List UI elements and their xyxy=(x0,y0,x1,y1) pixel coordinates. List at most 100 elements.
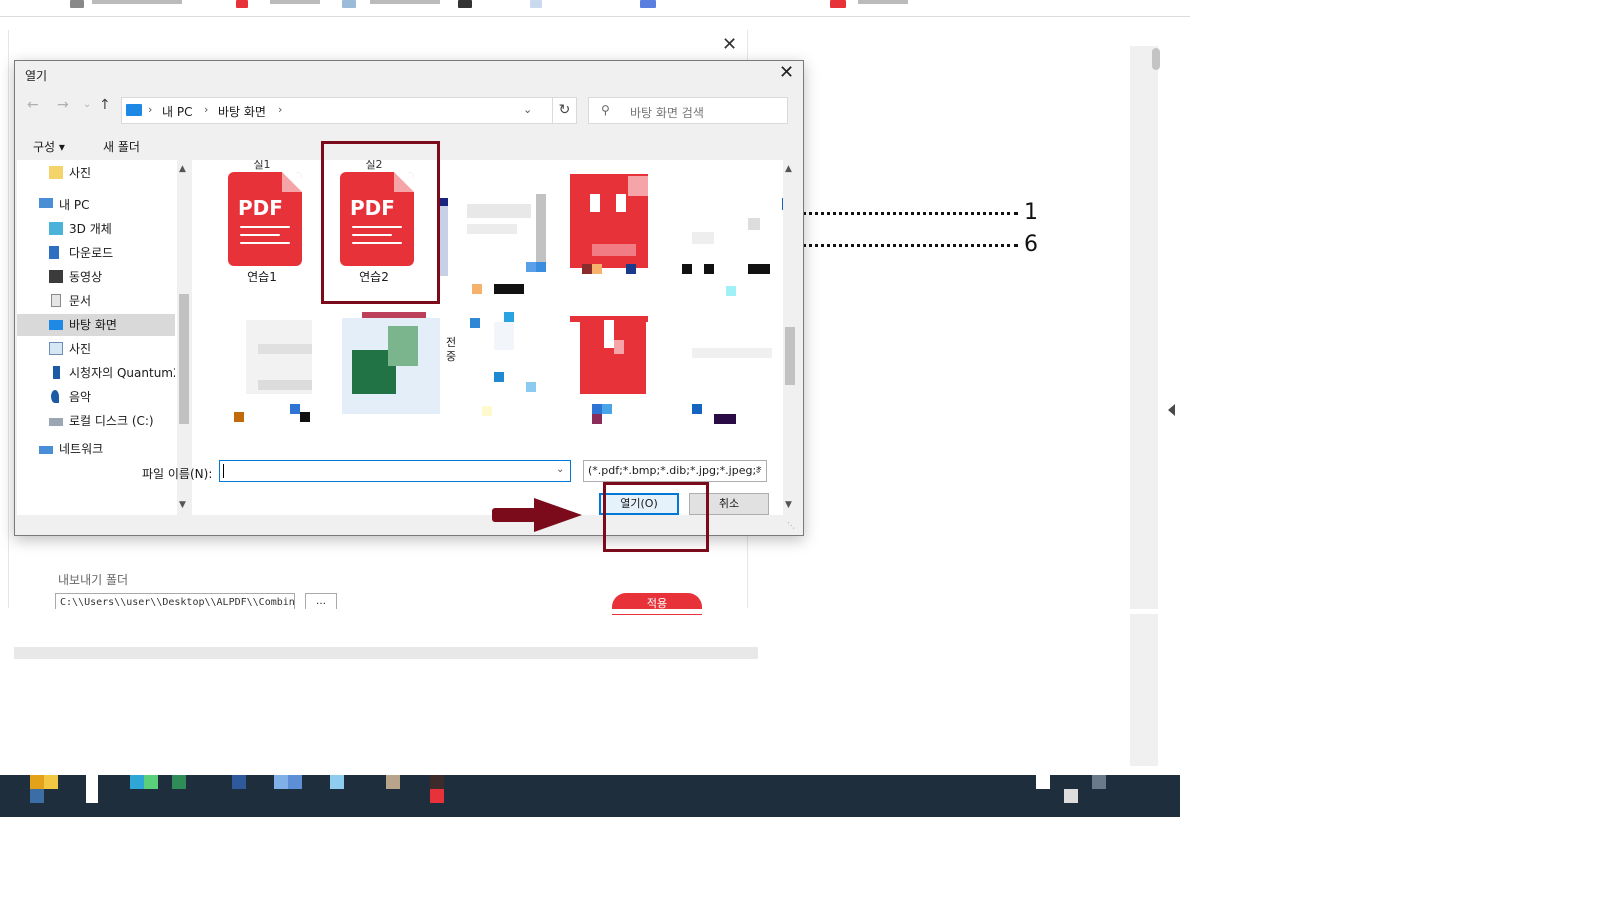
nav-item-pictures[interactable]: 사진 xyxy=(17,338,175,360)
nav-item-local-disk[interactable]: 로컬 디스크 (C:) xyxy=(17,410,175,432)
taskbar-app-icon[interactable] xyxy=(30,775,44,789)
recent-locations-icon[interactable]: ⌄ xyxy=(83,99,91,110)
blurred-pixel xyxy=(748,264,770,274)
nav-item-label: 3D 개체 xyxy=(69,222,112,236)
video-icon xyxy=(49,270,63,283)
scroll-up-icon[interactable]: ▲ xyxy=(785,164,792,174)
chevron-down-icon[interactable]: ⌄ xyxy=(754,461,762,481)
cube-icon xyxy=(49,222,63,235)
blurred-pixel xyxy=(362,312,426,318)
blurred-pixel xyxy=(714,414,736,424)
nav-pane-scroll-thumb[interactable] xyxy=(179,294,189,424)
nav-item-downloads[interactable]: 다운로드 xyxy=(17,242,175,264)
file-pane-scroll-thumb[interactable] xyxy=(785,327,795,385)
resize-grip-icon[interactable]: ⋱ xyxy=(787,521,795,530)
pdf-toolbar-icon[interactable] xyxy=(830,0,846,8)
blurred-pixel xyxy=(592,404,602,414)
refresh-icon[interactable]: ↻ xyxy=(553,97,577,124)
nav-item-label: 사진 xyxy=(69,166,92,180)
address-bar[interactable]: › 내 PC › 바탕 화면 › ⌄ xyxy=(121,97,553,124)
blurred-file-thumbnail[interactable] xyxy=(440,198,448,276)
close-icon[interactable]: ✕ xyxy=(779,62,794,83)
document-scroll-track[interactable] xyxy=(1130,46,1158,766)
pdf-toolbar-icon[interactable] xyxy=(236,0,248,8)
horizontal-scrollbar[interactable] xyxy=(14,647,758,659)
background-close-icon[interactable]: ✕ xyxy=(722,34,737,55)
taskbar-app-icon[interactable] xyxy=(430,775,444,789)
taskbar-app-icon[interactable] xyxy=(144,775,158,789)
taskbar-app-icon[interactable] xyxy=(172,775,186,789)
blurred-pixel xyxy=(628,176,648,196)
tray-icon[interactable] xyxy=(1064,789,1078,803)
blurred-pixel xyxy=(536,262,546,272)
new-folder-button[interactable]: 새 폴더 xyxy=(103,138,140,155)
nav-pane-scrollbar[interactable]: ▲ ▼ xyxy=(177,160,190,515)
file-pane-scrollbar[interactable]: ▲ ▼ xyxy=(783,160,796,515)
nav-item-label: 바탕 화면 xyxy=(69,318,117,332)
blurred-pixel xyxy=(290,404,300,414)
toolbar-icon[interactable] xyxy=(458,0,472,8)
toolbar-icon[interactable] xyxy=(640,0,656,8)
taskbar-app-icon[interactable] xyxy=(44,775,58,789)
pc-icon xyxy=(39,198,53,208)
up-arrow-icon[interactable]: ↑ xyxy=(99,97,111,113)
nav-item-pictures-quick[interactable]: 사진 xyxy=(17,162,175,184)
scroll-up-icon[interactable]: ▲ xyxy=(179,164,186,174)
file-type-select[interactable]: (*.pdf;*.bmp;*.dib;*.jpg;*.jpeg;* ⌄ xyxy=(583,460,767,482)
nav-item-network[interactable]: 네트워크 xyxy=(17,438,175,460)
collapse-panel-arrow-icon[interactable] xyxy=(1168,404,1175,416)
nav-item-videos[interactable]: 동영상 xyxy=(17,266,175,288)
network-icon xyxy=(39,446,53,454)
file-item-pdf[interactable]: 실1 PDF 연습1 xyxy=(212,160,312,296)
breadcrumb-separator: › xyxy=(148,103,153,116)
toolbar-text xyxy=(92,0,182,4)
taskbar-app-icon[interactable] xyxy=(274,775,288,789)
scroll-down-icon[interactable]: ▼ xyxy=(179,500,186,510)
image-toolbar-icon[interactable] xyxy=(342,0,356,8)
taskbar-app-icon[interactable] xyxy=(330,775,344,789)
file-name-dropdown-icon[interactable]: ⌄ xyxy=(556,464,564,475)
back-arrow-icon[interactable]: ← xyxy=(27,97,39,113)
download-icon xyxy=(49,246,59,259)
toolbar-icon[interactable] xyxy=(530,0,542,8)
nav-item-my-pc[interactable]: 내 PC xyxy=(17,194,175,216)
desktop-icon xyxy=(49,320,63,330)
breadcrumb-separator: › xyxy=(278,103,283,116)
taskbar-app-icon[interactable] xyxy=(386,775,400,789)
search-placeholder: 바탕 화면 검색 xyxy=(630,106,704,120)
highlight-box-open-button xyxy=(603,482,709,552)
tray-icon[interactable] xyxy=(1036,775,1050,789)
tray-icon[interactable] xyxy=(1092,775,1106,789)
breadcrumb-my-pc[interactable]: 내 PC xyxy=(162,103,192,120)
blurred-pixel xyxy=(592,244,636,256)
document-scrollbar-thumb[interactable] xyxy=(1152,48,1160,70)
taskbar-app-icon[interactable] xyxy=(130,775,144,789)
search-icon: ⚲ xyxy=(601,103,610,117)
nav-item-desktop[interactable]: 바탕 화면 xyxy=(17,314,175,336)
forward-arrow-icon[interactable]: → xyxy=(57,97,69,113)
nav-item-music[interactable]: 음악 xyxy=(17,386,175,408)
scroll-down-icon[interactable]: ▼ xyxy=(785,500,792,510)
organize-button[interactable]: 구성 ▾ xyxy=(33,138,65,155)
pictures-icon xyxy=(49,342,63,355)
file-side-label: 전 중 xyxy=(446,336,457,363)
blurred-file-thumbnail[interactable] xyxy=(748,218,760,230)
search-input[interactable]: ⚲ 바탕 화면 검색 xyxy=(588,97,788,124)
blurred-pixel xyxy=(536,194,546,266)
nav-item-3d-objects[interactable]: 3D 개체 xyxy=(17,218,175,240)
blurred-pixel xyxy=(472,284,482,294)
breadcrumb-desktop[interactable]: 바탕 화면 xyxy=(218,103,266,120)
nav-item-phone[interactable]: 시청자의 Quantum2 xyxy=(17,362,175,384)
taskbar-app-icon[interactable] xyxy=(232,775,246,789)
taskbar-app-icon[interactable] xyxy=(30,789,44,803)
taskbar-app-icon[interactable] xyxy=(288,775,302,789)
blurred-file-thumbnail[interactable] xyxy=(494,322,514,350)
address-dropdown-icon[interactable]: ⌄ xyxy=(523,103,532,116)
file-name-input[interactable]: ⌄ xyxy=(219,460,571,482)
nav-item-documents[interactable]: 문서 xyxy=(17,290,175,312)
blurred-file-thumbnail[interactable] xyxy=(467,204,531,218)
taskbar-app-icon[interactable] xyxy=(430,789,444,803)
blurred-pixel xyxy=(692,404,702,414)
toolbar-icon[interactable] xyxy=(70,0,84,8)
blurred-file-thumbnail[interactable] xyxy=(692,348,772,358)
